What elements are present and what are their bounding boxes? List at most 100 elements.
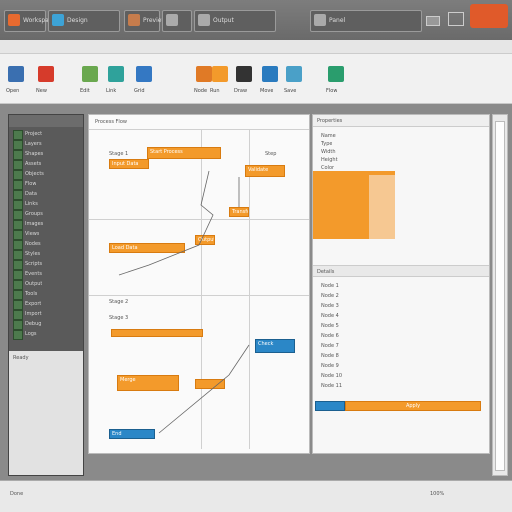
toolbar-item-label: Flow xyxy=(326,88,338,94)
run-icon[interactable] xyxy=(212,66,228,82)
save-icon[interactable] xyxy=(286,66,302,82)
sidebar-item[interactable]: Assets xyxy=(13,159,79,170)
sidebar-item[interactable]: Shapes xyxy=(13,149,79,160)
pen-icon[interactable] xyxy=(236,66,252,82)
sidebar-item[interactable]: Events xyxy=(13,269,79,280)
tab-4[interactable]: Output xyxy=(194,10,276,32)
tab-label: Design xyxy=(67,17,88,24)
sidebar-item-label: Images xyxy=(25,221,44,227)
menu-bar xyxy=(0,40,512,54)
sidebar-item-label: Data xyxy=(25,191,37,197)
sidebar-item-label: Shapes xyxy=(25,151,44,157)
minimize-icon[interactable] xyxy=(426,16,440,26)
tab-0[interactable]: Workspace xyxy=(4,10,56,32)
toolbar-item-label: Run xyxy=(210,88,220,94)
props-list-item[interactable]: Node 8 xyxy=(321,353,339,359)
sidebar-item[interactable]: Logs xyxy=(13,329,79,340)
toolbar-item-label: Move xyxy=(260,88,274,94)
props-list-item[interactable]: Node 10 xyxy=(321,373,342,379)
sidebar-item-label: Layers xyxy=(25,141,42,147)
tab-5[interactable]: Panel xyxy=(310,10,422,32)
props-header: Properties xyxy=(313,115,489,127)
sidebar-item[interactable]: Images xyxy=(13,219,79,230)
props-list-item[interactable]: Node 2 xyxy=(321,293,339,299)
tab-1[interactable]: Design xyxy=(48,10,120,32)
sidebar-item[interactable]: Objects xyxy=(13,169,79,180)
scroll-track[interactable] xyxy=(495,121,505,471)
sidebar-item[interactable]: Tools xyxy=(13,289,79,300)
sidebar-item[interactable]: Views xyxy=(13,229,79,240)
sidebar-item[interactable]: Layers xyxy=(13,139,79,150)
sidebar-item[interactable]: Scripts xyxy=(13,259,79,270)
props-list-item[interactable]: Node 3 xyxy=(321,303,339,309)
tab-label: Panel xyxy=(329,17,346,24)
sidebar-item-label: Objects xyxy=(25,171,44,177)
node-icon[interactable] xyxy=(196,66,212,82)
props-list-item[interactable]: Node 5 xyxy=(321,323,339,329)
props-list-item[interactable]: Node 7 xyxy=(321,343,339,349)
tab-2[interactable]: Preview xyxy=(124,10,166,32)
status-bar: Done 100% xyxy=(0,480,512,512)
sidebar-footer: Ready xyxy=(13,355,29,361)
toolbar-item-label: Grid xyxy=(134,88,145,94)
status-text: Done xyxy=(10,491,24,497)
toolbar-item-label: Save xyxy=(284,88,297,94)
props-list-item[interactable]: Node 1 xyxy=(321,283,339,289)
sidebar-item[interactable]: Project xyxy=(13,129,79,140)
tab-3[interactable] xyxy=(162,10,192,32)
link-icon[interactable] xyxy=(108,66,124,82)
apply-icon xyxy=(315,401,345,411)
new-icon[interactable] xyxy=(38,66,54,82)
sidebar-item[interactable]: Styles xyxy=(13,249,79,260)
sidebar-item-label: Export xyxy=(25,301,42,307)
sidebar-item-label: Links xyxy=(25,201,38,207)
props-list-item[interactable]: Node 11 xyxy=(321,383,342,389)
toolbar-item-label: Node xyxy=(194,88,208,94)
flow-icon[interactable] xyxy=(328,66,344,82)
sidebar-item[interactable]: Groups xyxy=(13,209,79,220)
props-row-key: Name xyxy=(321,133,336,139)
table-icon xyxy=(198,14,210,26)
panel-icon xyxy=(314,14,326,26)
canvas-area[interactable]: Process Flow Start Process Input Data Va… xyxy=(88,114,310,454)
properties-panel: Properties NameTypeWidthHeightColorBorde… xyxy=(312,114,490,454)
props-light-block xyxy=(369,175,395,239)
toolbar-item-label: Link xyxy=(106,88,117,94)
zoom-level: 100% xyxy=(430,491,445,497)
open-icon[interactable] xyxy=(8,66,24,82)
folder-icon xyxy=(13,330,23,340)
toolbar-item-label: New xyxy=(36,88,47,94)
toolbar: Open New Edit Link Grid Node Run Draw Move Save Fl… xyxy=(0,40,512,104)
sidebar-item[interactable]: Output xyxy=(13,279,79,290)
props-row-key: Height xyxy=(321,157,338,163)
toolbar-item-label: Draw xyxy=(234,88,248,94)
connector-lines xyxy=(118,170,250,434)
props-section-header: Details xyxy=(313,265,489,277)
sidebar-item[interactable]: Data xyxy=(13,189,79,200)
close-icon[interactable] xyxy=(470,4,508,28)
vertical-scrollbar[interactable] xyxy=(492,114,508,476)
sidebar-item[interactable]: Links xyxy=(13,199,79,210)
props-list-item[interactable]: Node 4 xyxy=(321,313,339,319)
sidebar-item[interactable]: Nodes xyxy=(13,239,79,250)
toolbar-item-label: Open xyxy=(6,88,20,94)
sidebar-item[interactable]: Import xyxy=(13,309,79,320)
move-icon[interactable] xyxy=(262,66,278,82)
sidebar-item[interactable]: Export xyxy=(13,299,79,310)
edit-icon[interactable] xyxy=(82,66,98,82)
sidebar-item-label: Output xyxy=(25,281,43,287)
sidebar-item[interactable]: Flow xyxy=(13,179,79,190)
sidebar-item-label: Flow xyxy=(25,181,37,187)
sidebar: Project Layers Shapes Assets Objects Flow Data… xyxy=(8,114,84,476)
props-list-item[interactable]: Node 9 xyxy=(321,363,339,369)
props-section-title: Details xyxy=(317,269,335,275)
maximize-icon[interactable] xyxy=(448,12,464,26)
app-icon xyxy=(8,14,20,26)
sidebar-item-label: Nodes xyxy=(25,241,41,247)
sidebar-item[interactable]: Debug xyxy=(13,319,79,330)
grid-icon[interactable] xyxy=(136,66,152,82)
apply-button[interactable]: Apply xyxy=(345,401,481,411)
props-list-item[interactable]: Node 6 xyxy=(321,333,339,339)
sidebar-item-label: Styles xyxy=(25,251,41,257)
document-icon xyxy=(166,14,178,26)
